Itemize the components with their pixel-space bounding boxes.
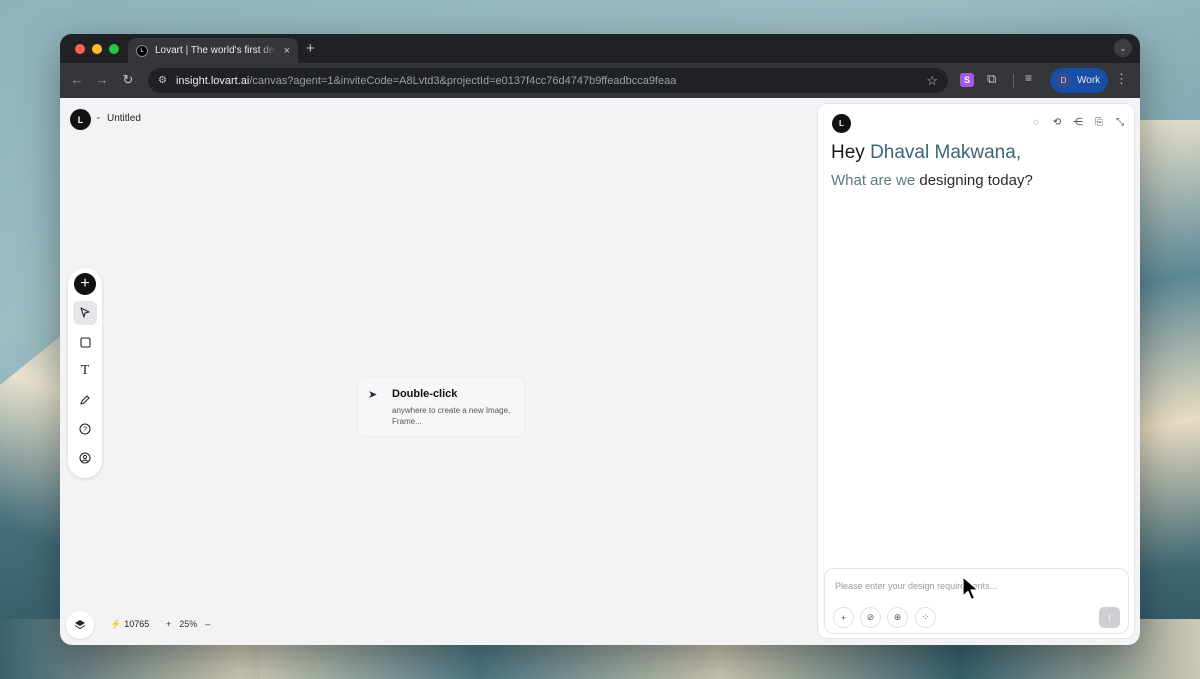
profile-avatar: D	[1056, 73, 1071, 88]
greeting: Hey Dhaval Makwana,	[831, 142, 1021, 164]
greeting-question: What are we designing today?	[831, 172, 1033, 189]
media-controls-icon[interactable]: ≡	[1025, 71, 1032, 85]
cursor-arrow-icon	[80, 307, 90, 318]
tool-palette: + T ?	[68, 268, 102, 478]
chevron-down-icon[interactable]: ⌄	[95, 112, 102, 121]
extension-s-icon[interactable]: S	[960, 73, 974, 87]
url-host: insight.lovart.ai	[175, 74, 250, 87]
add-attachment-button[interactable]: +	[833, 607, 854, 628]
user-name: Dhaval Makwana,	[870, 142, 1022, 163]
mouse-cursor-icon	[962, 576, 979, 601]
bookmark-star-icon[interactable]: ☆	[926, 73, 938, 89]
apps-grid-icon[interactable]: ⁘	[915, 607, 936, 628]
hint-title: Double-click	[392, 388, 458, 400]
pointer-icon: ➤	[368, 389, 378, 401]
reload-icon[interactable]: ↻	[120, 72, 136, 88]
copy-icon[interactable]: ⎘	[1093, 117, 1105, 128]
browser-toolbar: ← → ↻ ⚙ insight.lovart.ai/canvas?agent=1…	[60, 63, 1140, 98]
hint-body: anywhere to create a new Image, Frame...	[392, 406, 511, 426]
globe-icon[interactable]: ⊕	[887, 607, 908, 628]
question-part1: What are we	[831, 172, 920, 189]
help-circle-icon: ?	[79, 423, 91, 435]
tab-title: Lovart | The world's first design agent	[155, 45, 277, 56]
minimize-window-button[interactable]	[92, 44, 102, 54]
text-tool-button[interactable]: T	[73, 359, 97, 383]
zoom-out-button[interactable]: –	[205, 619, 210, 629]
new-tab-button[interactable]: +	[306, 40, 315, 57]
url-text[interactable]: insight.lovart.ai/canvas?agent=1&inviteC…	[176, 75, 676, 87]
tab-close-icon[interactable]: ×	[284, 45, 290, 57]
pen-icon	[80, 395, 90, 405]
address-bar[interactable]: ⚙ insight.lovart.ai/canvas?agent=1&invit…	[148, 68, 948, 93]
share-icon[interactable]: ⋲	[1072, 117, 1084, 128]
profile-chip[interactable]: D Work	[1050, 68, 1108, 93]
document-title[interactable]: Untitled	[107, 113, 141, 124]
lovart-canvas[interactable]: L ⌄ Untitled + T ? ➤ Double-click anywhe…	[60, 98, 1140, 645]
select-tool-button[interactable]	[73, 301, 97, 325]
zoom-level[interactable]: 25%	[179, 619, 197, 629]
collapse-icon[interactable]: ⤡	[1114, 117, 1126, 128]
pen-tool-button[interactable]	[73, 388, 97, 412]
user-circle-icon	[79, 452, 91, 464]
link-icon[interactable]: ⊘	[860, 607, 881, 628]
lightning-icon: ⚡	[110, 619, 122, 629]
layers-button[interactable]	[66, 611, 94, 639]
rectangle-tool-button[interactable]	[73, 330, 97, 354]
lovart-logo-icon[interactable]: L	[70, 109, 91, 130]
chat-panel: L ◌ ⟲ ⋲ ⎘ ⤡ Hey Dhaval Makwana, What are…	[817, 103, 1135, 639]
send-button[interactable]: ↑	[1099, 607, 1120, 628]
maximize-window-button[interactable]	[109, 44, 119, 54]
account-button[interactable]	[73, 446, 97, 470]
history-icon[interactable]: ⟲	[1051, 117, 1063, 128]
lovart-favicon-icon: L	[136, 44, 148, 57]
site-settings-icon[interactable]: ⚙	[158, 75, 167, 86]
browser-menu-icon[interactable]: ⋮	[1115, 71, 1128, 87]
tab-lovart[interactable]: L Lovart | The world's first design agen…	[128, 38, 298, 63]
square-icon	[79, 336, 91, 348]
zoom-in-button[interactable]: +	[166, 619, 171, 629]
url-path: /canvas?agent=1&inviteCode=A8Lvtd3&proje…	[249, 74, 677, 87]
chat-header-actions: ◌ ⟲ ⋲ ⎘ ⤡	[1030, 117, 1126, 128]
question-part2: designing today?	[919, 172, 1033, 189]
add-tool-button[interactable]: +	[74, 273, 96, 295]
zoom-control: + 25% –	[166, 619, 210, 629]
svg-text:?: ?	[83, 427, 87, 434]
layers-icon	[74, 620, 86, 630]
tab-search-button[interactable]: ⌄	[1114, 39, 1132, 57]
toolbar-divider	[1013, 74, 1014, 88]
greeting-prefix: Hey	[831, 142, 871, 163]
extensions-puzzle-icon[interactable]: ⧉	[987, 71, 996, 87]
browser-window: L Lovart | The world's first design agen…	[60, 34, 1140, 645]
help-button[interactable]: ?	[73, 417, 97, 441]
tab-bar: L Lovart | The world's first design agen…	[60, 34, 1140, 63]
back-arrow-icon[interactable]: ←	[69, 72, 85, 87]
credits-value: 10765	[124, 619, 150, 629]
agent-logo-icon: L	[832, 114, 851, 133]
double-click-hint: ➤ Double-click anywhere to create a new …	[357, 377, 525, 437]
close-window-button[interactable]	[75, 44, 85, 54]
forward-arrow-icon[interactable]: →	[94, 72, 110, 87]
credits-counter[interactable]: ⚡ 10765	[110, 619, 149, 630]
chat-icon[interactable]: ◌	[1030, 117, 1042, 128]
window-controls	[75, 44, 119, 54]
profile-label: Work	[1077, 75, 1101, 86]
